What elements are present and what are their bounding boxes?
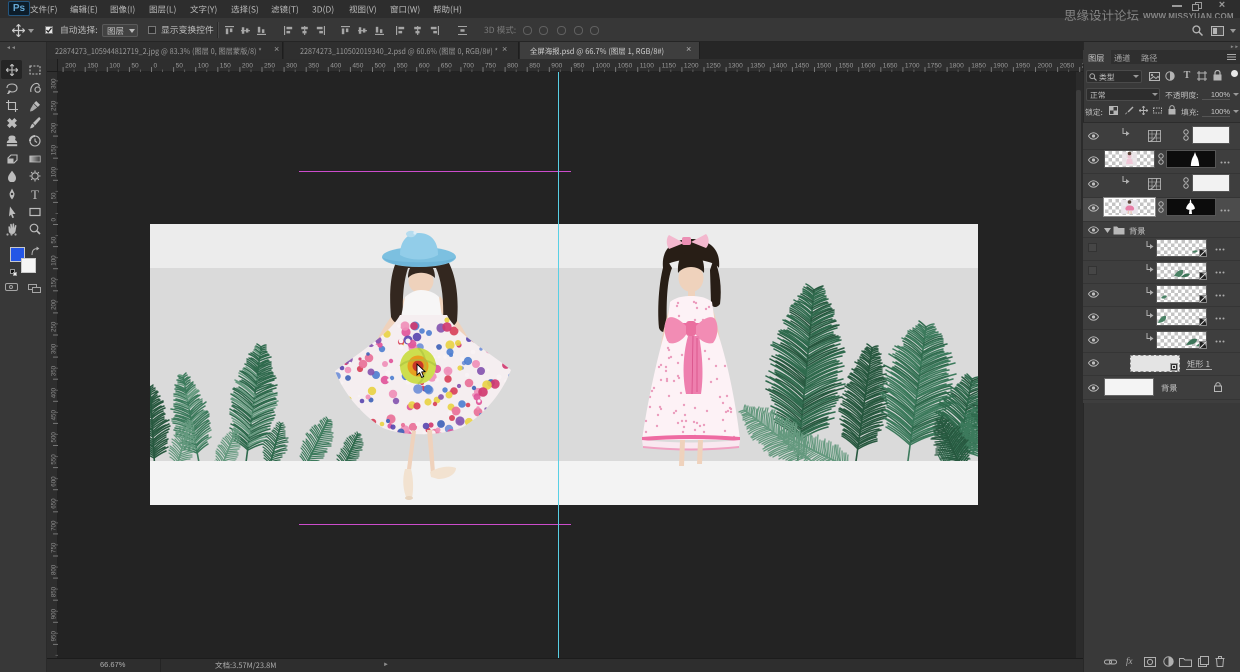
svg-text:950: 950 [51, 631, 58, 642]
svg-text:800: 800 [51, 564, 58, 575]
svg-text:1750: 1750 [927, 63, 942, 70]
svg-text:1350: 1350 [750, 63, 765, 70]
svg-text:200: 200 [51, 299, 58, 310]
svg-text:350: 350 [308, 63, 319, 70]
svg-text:150: 150 [51, 144, 58, 155]
svg-text:1200: 1200 [684, 63, 699, 70]
svg-text:700: 700 [463, 63, 474, 70]
svg-text:1500: 1500 [817, 63, 832, 70]
svg-text:1450: 1450 [794, 63, 809, 70]
svg-text:550: 550 [397, 63, 408, 70]
svg-text:50: 50 [131, 63, 139, 70]
svg-text:250: 250 [51, 100, 58, 111]
svg-text:1850: 1850 [971, 63, 986, 70]
svg-text:150: 150 [51, 277, 58, 288]
svg-text:450: 450 [51, 410, 58, 421]
svg-text:2050: 2050 [1060, 63, 1075, 70]
svg-text:900: 900 [551, 63, 562, 70]
svg-text:100: 100 [109, 63, 120, 70]
svg-text:300: 300 [286, 63, 297, 70]
svg-text:150: 150 [87, 63, 98, 70]
svg-text:1400: 1400 [772, 63, 787, 70]
svg-text:50: 50 [51, 236, 58, 243]
svg-text:1950: 1950 [1015, 63, 1030, 70]
svg-text:500: 500 [51, 432, 58, 443]
svg-text:150: 150 [220, 63, 231, 70]
svg-text:100: 100 [198, 63, 209, 70]
svg-text:300: 300 [51, 78, 58, 89]
svg-text:400: 400 [51, 387, 58, 398]
svg-text:1800: 1800 [949, 63, 964, 70]
svg-text:1150: 1150 [662, 63, 677, 70]
svg-text:1700: 1700 [905, 63, 920, 70]
svg-text:1900: 1900 [993, 63, 1008, 70]
svg-text:750: 750 [51, 542, 58, 553]
svg-text:700: 700 [51, 520, 58, 531]
svg-text:200: 200 [51, 122, 58, 133]
svg-text:900: 900 [51, 608, 58, 619]
svg-text:400: 400 [330, 63, 341, 70]
svg-text:250: 250 [51, 321, 58, 332]
svg-text:850: 850 [529, 63, 540, 70]
svg-text:350: 350 [51, 365, 58, 376]
svg-text:1100: 1100 [640, 63, 655, 70]
svg-text:0: 0 [51, 218, 58, 222]
svg-text:550: 550 [51, 454, 58, 465]
svg-text:100: 100 [51, 255, 58, 266]
svg-text:1600: 1600 [861, 63, 876, 70]
svg-text:800: 800 [507, 63, 518, 70]
svg-text:50: 50 [51, 192, 58, 199]
svg-text:250: 250 [264, 63, 275, 70]
svg-text:750: 750 [485, 63, 496, 70]
svg-text:T: T [31, 188, 39, 200]
svg-text:200: 200 [242, 63, 253, 70]
svg-text:1300: 1300 [728, 63, 743, 70]
svg-text:2000: 2000 [1038, 63, 1053, 70]
svg-text:50: 50 [176, 63, 184, 70]
svg-text:650: 650 [441, 63, 452, 70]
svg-text:1000: 1000 [596, 63, 611, 70]
svg-text:450: 450 [352, 63, 363, 70]
svg-text:650: 650 [51, 498, 58, 509]
svg-text:200: 200 [65, 63, 76, 70]
svg-text:0: 0 [154, 63, 158, 70]
svg-text:100: 100 [51, 166, 58, 177]
svg-text:500: 500 [375, 63, 386, 70]
svg-text:1250: 1250 [706, 63, 721, 70]
svg-text:850: 850 [51, 586, 58, 597]
svg-text:1050: 1050 [618, 63, 633, 70]
svg-text:600: 600 [51, 476, 58, 487]
svg-text:1550: 1550 [839, 63, 854, 70]
svg-text:950: 950 [573, 63, 584, 70]
svg-text:1650: 1650 [883, 63, 898, 70]
svg-text:600: 600 [419, 63, 430, 70]
svg-text:300: 300 [51, 343, 58, 354]
